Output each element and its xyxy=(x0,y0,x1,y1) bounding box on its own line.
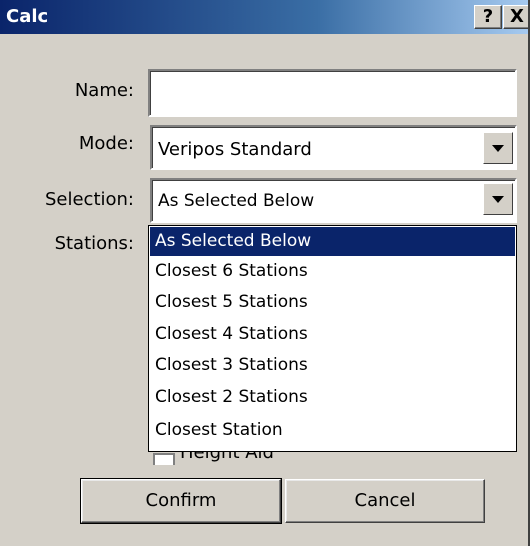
help-button[interactable]: ? xyxy=(474,5,502,29)
mode-label: Mode: xyxy=(78,133,134,154)
selection-label: Selection: xyxy=(44,189,134,210)
selection-value: As Selected Below xyxy=(158,191,315,211)
close-button[interactable]: X xyxy=(503,5,528,29)
height-aid-label-clip: Height Aid xyxy=(180,452,274,464)
confirm-button[interactable]: Confirm xyxy=(80,478,282,524)
chevron-down-icon xyxy=(492,196,504,203)
stations-label: Stations: xyxy=(54,233,134,254)
mode-dropdown-button[interactable] xyxy=(483,132,513,164)
dropdown-option[interactable]: Closest Station xyxy=(150,416,515,445)
dropdown-option[interactable]: Closest 5 Stations xyxy=(150,288,515,317)
mode-select[interactable]: Veripos Standard xyxy=(150,125,517,170)
height-aid-checkbox[interactable] xyxy=(153,453,175,465)
selection-select[interactable]: As Selected Below xyxy=(150,178,517,223)
calc-dialog: Calc ? X Name: Mode: Veripos Standard Se… xyxy=(0,0,530,546)
mode-value: Veripos Standard xyxy=(158,139,312,160)
selection-dropdown-button[interactable] xyxy=(483,183,513,215)
dropdown-option[interactable]: Closest 4 Stations xyxy=(150,320,515,349)
dropdown-option[interactable]: Closest 6 Stations xyxy=(150,257,515,286)
selection-dropdown-list[interactable]: As Selected Below Closest 6 Stations Clo… xyxy=(148,225,517,452)
name-label: Name: xyxy=(74,80,134,101)
height-aid-label: Height Aid xyxy=(180,452,274,463)
title-bar[interactable]: Calc ? X xyxy=(0,0,528,34)
name-input[interactable] xyxy=(148,69,517,117)
dropdown-option[interactable]: Closest 2 Stations xyxy=(150,383,515,412)
chevron-down-icon xyxy=(492,145,504,152)
dropdown-option[interactable]: Closest 3 Stations xyxy=(150,351,515,380)
cancel-button[interactable]: Cancel xyxy=(285,479,485,523)
dropdown-option[interactable]: As Selected Below xyxy=(150,227,515,256)
window-title: Calc xyxy=(6,6,49,27)
